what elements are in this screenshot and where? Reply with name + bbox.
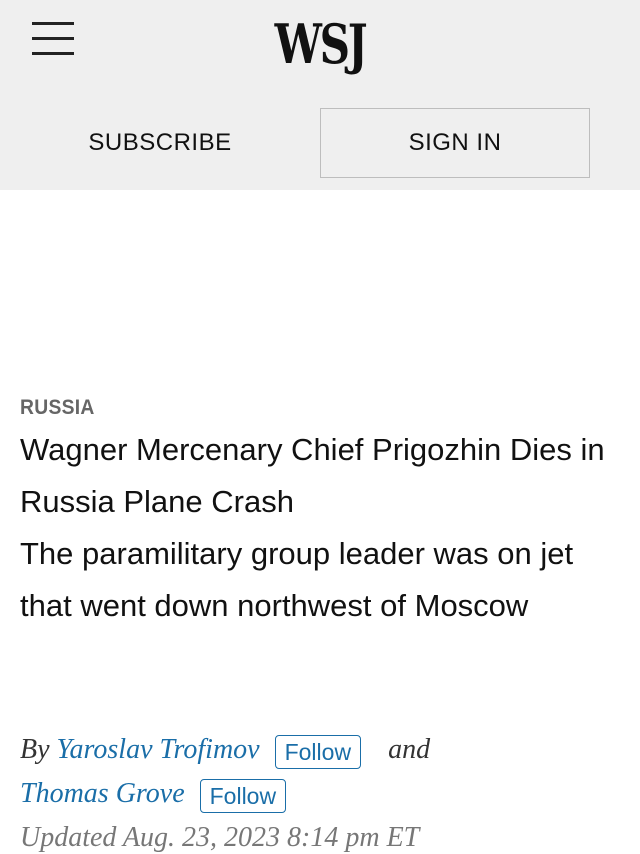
author-link[interactable]: Yaroslav Trofimov <box>57 734 260 765</box>
sign-in-button[interactable]: SIGN IN <box>320 108 590 178</box>
menu-line <box>32 22 74 25</box>
headline: Wagner Mercenary Chief Prigozhin Dies in… <box>20 432 605 519</box>
section-label[interactable]: RUSSIA <box>20 396 95 420</box>
article-dek: The paramilitary group leader was on jet… <box>20 536 574 623</box>
byline-conjunction: and <box>388 734 431 765</box>
byline: By Yaroslav Trofimov Follow and Thomas G… <box>20 728 620 816</box>
top-header: WSJ SUBSCRIBE SIGN IN <box>0 0 640 190</box>
author-link[interactable]: Thomas Grove <box>20 778 185 809</box>
updated-timestamp: Updated Aug. 23, 2023 8:14 pm ET <box>20 822 420 853</box>
menu-line <box>32 37 74 40</box>
wsj-logo[interactable]: WSJ <box>70 12 569 76</box>
byline-prefix: By <box>20 734 50 765</box>
menu-line <box>32 52 74 55</box>
follow-author-button[interactable]: Follow <box>199 778 287 813</box>
subscribe-button[interactable]: SUBSCRIBE <box>0 108 320 178</box>
follow-author-button[interactable]: Follow <box>274 734 362 769</box>
hamburger-menu-icon[interactable] <box>32 22 76 56</box>
